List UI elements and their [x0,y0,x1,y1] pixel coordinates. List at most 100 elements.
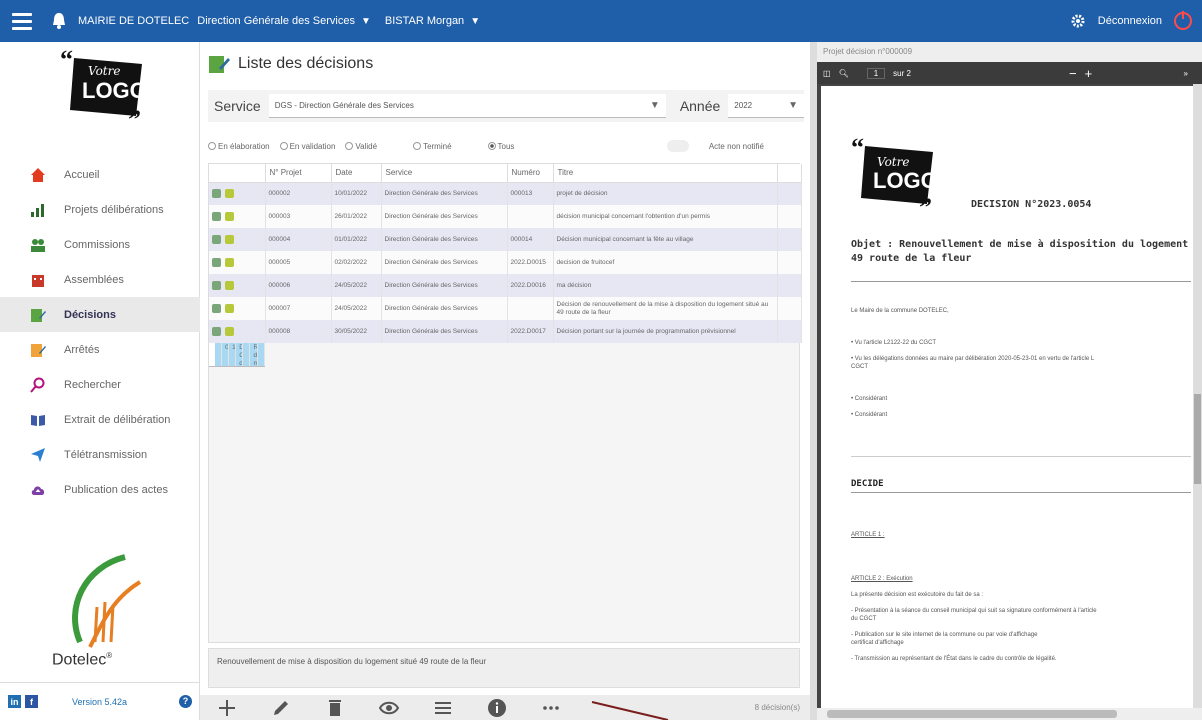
help-icon[interactable]: ? [179,695,192,708]
scrollbar-thumb[interactable] [827,710,1117,718]
table-row[interactable]: 000005 02/02/2022 Direction Générale des S… [209,251,802,274]
sidebar-item-projets[interactable]: Projets délibérations [0,192,200,227]
panel-splitter[interactable] [810,42,817,720]
sidebar-item-commissions[interactable]: Commissions [0,227,200,262]
gear-icon[interactable] [1070,13,1086,29]
document-icon[interactable] [225,189,234,199]
document-icon[interactable] [225,304,234,313]
table-row[interactable]: 000008 30/05/2022 Direction Générale des S… [209,320,802,343]
status-icon[interactable] [212,281,221,290]
chevron-down-icon[interactable]: ▼ [361,16,371,27]
cell-service: Direction Générale des Services [381,274,508,297]
column-header[interactable]: Numéro [507,164,554,183]
cell-service: Direction Générale des Services [381,251,508,274]
document-icon[interactable] [225,258,234,267]
user-name[interactable]: BISTAR Morgan [385,15,464,27]
column-header[interactable]: Date [331,164,382,183]
table-row[interactable]: 000002 10/01/2022 Direction Générale des S… [209,182,802,205]
cell-date: 01/01/2022 [331,228,382,251]
year-label: Année [679,98,721,114]
year-select[interactable]: 2022 ▼ [728,94,804,118]
radio-termine[interactable]: Terminé [413,142,452,151]
service-name[interactable]: Direction Générale des Services [197,15,355,27]
edit-button[interactable] [254,695,308,720]
table-row[interactable]: 00000913/06/2022Direction Générale des S… [209,343,265,367]
sidebar-item-rechercher[interactable]: Rechercher [0,367,200,402]
radio-elaboration[interactable]: En élaboration [208,142,270,151]
horizontal-scrollbar[interactable] [817,708,1202,720]
table-row[interactable]: 000006 24/05/2022 Direction Générale des S… [209,274,802,297]
more-button[interactable] [524,695,578,720]
version-label: Version 5.42a [72,696,128,707]
sidebar-item-assemblees[interactable]: Assemblées [0,262,200,297]
cell-projet: 000008 [265,320,332,343]
cell-date: 24/05/2022 [331,274,382,297]
status-icon[interactable] [212,304,221,313]
sidebar-item-accueil[interactable]: Accueil [0,157,200,192]
table-row[interactable]: 000003 26/01/2022 Direction Générale des S… [209,205,802,228]
document-icon[interactable] [225,212,234,221]
table-row[interactable]: 000004 01/01/2022 Direction Générale des S… [209,228,802,251]
table-row[interactable]: 000007 24/05/2022 Direction Générale des S… [209,297,802,320]
info-button[interactable] [470,695,524,720]
zoom-in-icon[interactable]: + [1085,66,1093,81]
bell-icon[interactable] [48,10,70,32]
toggle-switch[interactable] [666,140,689,152]
status-icon[interactable] [212,212,221,221]
radio-circle-icon [487,142,496,150]
sidebar-item-teletransmission[interactable]: Télétransmission [0,437,200,472]
chevron-down-icon: ▼ [788,100,798,111]
search-icon[interactable]: 🔍︎ [839,69,849,78]
status-icon[interactable] [212,258,221,267]
power-icon[interactable] [1174,11,1192,30]
more-tools-icon[interactable]: » [1184,69,1188,78]
document-icon[interactable] [225,235,234,244]
column-header[interactable]: Titre [553,164,778,183]
document-icon[interactable] [225,327,234,336]
status-icon[interactable] [212,189,221,199]
add-button[interactable] [200,695,254,720]
radio-tous[interactable]: Tous [487,142,514,151]
linkedin-icon[interactable]: in [8,695,21,708]
menu-icon[interactable] [8,7,36,35]
sidebar-item-arretes[interactable]: Arrêtés [0,332,200,367]
cell-empty [777,274,802,297]
svg-text:Votre: Votre [877,155,909,169]
document-icon[interactable] [225,281,234,290]
sidebar-item-publication[interactable]: Publication des actes [0,472,200,507]
service-label: Service [214,98,261,114]
radio-label: Validé [355,141,378,151]
radio-valide[interactable]: Validé [345,142,377,151]
status-icon[interactable] [212,235,221,244]
people-icon [31,238,45,252]
cell-projet: 000006 [265,274,332,297]
doc-article: ARTICLE 2 : Exécution [851,576,913,582]
sidebar-item-label: Télétransmission [64,448,148,461]
zoom-out-icon[interactable]: − [1069,66,1077,81]
radio-circle-icon [279,142,288,150]
doc-paragraph: Le Maire de la commune DOTELEC, [851,308,949,314]
list-button[interactable] [416,695,470,720]
note-text: Renouvellement de mise à disposition du … [217,657,487,666]
sidebar-item-extrait[interactable]: Extrait de délibération [0,402,200,437]
note-field[interactable]: Renouvellement de mise à disposition du … [208,648,800,688]
column-header[interactable]: N° Projet [265,164,332,183]
logout-link[interactable]: Déconnexion [1098,15,1162,27]
cell-empty [777,228,802,251]
service-select[interactable]: DGS - Direction Générale des Services ▼ [268,94,666,118]
sidebar-toggle-icon[interactable]: ◫ [823,69,831,78]
radio-label: En élaboration [218,141,270,151]
sidebar-item-label: Décisions [64,308,116,321]
delete-button[interactable] [308,695,362,720]
decisions-table: N° Projet Date Service Numéro Titre 0000… [208,163,802,643]
status-icon[interactable] [212,327,221,336]
chevron-down-icon[interactable]: ▼ [470,16,480,27]
scrollbar-thumb[interactable] [1194,394,1201,484]
vertical-scrollbar[interactable] [1193,84,1202,708]
column-header[interactable]: Service [381,164,508,183]
page-number-input[interactable]: 1 [866,67,886,79]
sidebar-item-decisions[interactable]: Décisions [0,297,200,332]
facebook-icon[interactable]: f [25,695,38,708]
view-button[interactable] [362,695,416,720]
radio-validation[interactable]: En validation [279,142,335,151]
